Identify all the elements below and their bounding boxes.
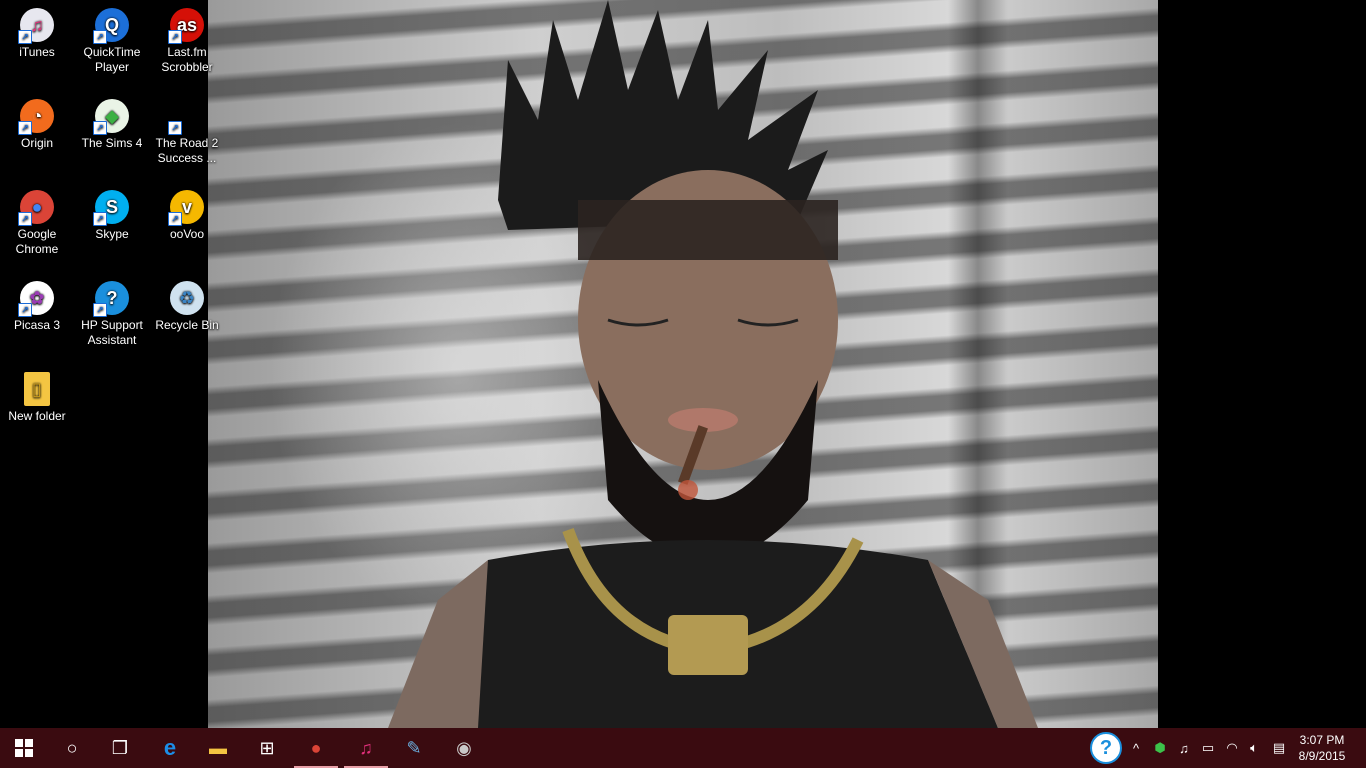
shortcut-arrow-icon: ↗: [93, 303, 107, 317]
desktop-icon-label: The Road 2 Success ...: [155, 136, 219, 165]
desktop-icon-sims4[interactable]: ◆ ↗ The Sims 4: [75, 91, 149, 151]
taskbar-store-button[interactable]: ⊞: [243, 728, 291, 768]
taskbar: ○ ❐ e ▬ ⊞ ● ♫ ✎ ◉ ? ^ ⬢ ♫ ▭ ◠ 🔈︎ ▤ 3:07 PM 8/9/2015: [0, 728, 1366, 768]
shortcut-arrow-icon: ↗: [168, 121, 182, 135]
shortcut-arrow-icon: ↗: [93, 30, 107, 44]
shortcut-icon: ↗: [168, 99, 204, 135]
cortana-circle-icon: ○: [66, 737, 78, 758]
quicktime-icon: Q ↗: [93, 8, 129, 44]
desktop-icon-label: QuickTime Player: [83, 45, 141, 74]
taskbar-edge-button[interactable]: e: [146, 728, 194, 768]
file-explorer-icon: ▬: [209, 737, 227, 758]
desktop-wallpaper: [208, 0, 1158, 728]
battery-icon[interactable]: ▭: [1198, 728, 1218, 768]
desktop-icon-recyclebin[interactable]: ♻ Recycle Bin: [150, 273, 224, 333]
desktop-icon-origin[interactable]: ◔ ↗ Origin: [0, 91, 74, 151]
itunes-glyph: ♫: [1179, 740, 1189, 756]
desktop-icon-label: Google Chrome: [15, 227, 59, 256]
lastfm-icon: as ↗: [168, 8, 204, 44]
desktop-icon-label: Origin: [20, 136, 53, 150]
shortcut-arrow-icon: ↗: [18, 30, 32, 44]
shield-glyph: ⬢: [1154, 740, 1166, 755]
chrome-icon: ●: [310, 737, 322, 758]
folder-icon: ▯: [24, 372, 50, 406]
desktop-icon-skype[interactable]: S ↗ Skype: [75, 182, 149, 242]
itunes-icon: ♫ ↗: [18, 8, 54, 44]
help-icon: ? ↗: [93, 281, 129, 317]
desktop-icon-newfolder[interactable]: ▯ New folder: [0, 364, 74, 424]
desktop-icon-label: The Sims 4: [81, 136, 143, 150]
origin-icon: ◔ ↗: [18, 99, 54, 135]
notepad-icon: ✎: [406, 737, 422, 758]
taskbar-notepad-button[interactable]: ✎: [390, 728, 438, 768]
desktop-icon-lastfm[interactable]: as ↗ Last.fm Scrobbler: [150, 0, 224, 75]
desktop-icon-road2success[interactable]: ↗ The Road 2 Success ...: [150, 91, 224, 166]
desktop-icon-label: Recycle Bin: [155, 318, 219, 332]
windows-logo-icon: [15, 739, 33, 757]
clock-time: 3:07 PM: [1299, 733, 1345, 747]
notifications-glyph: ▤: [1272, 740, 1286, 755]
recycle-bin-icon: ♻: [170, 281, 204, 315]
taskbar-taskview-button[interactable]: ❐: [96, 728, 144, 768]
desktop-icon-label: Skype: [95, 227, 129, 241]
picasa-icon: ✿ ↗: [18, 281, 54, 317]
shield-icon[interactable]: ⬢: [1150, 728, 1170, 768]
taskbar-clock[interactable]: 3:07 PM 8/9/2015: [1292, 732, 1352, 764]
desktop-icon-oovoo[interactable]: v ↗ ooVoo: [150, 182, 224, 242]
help-tray-icon[interactable]: ?: [1090, 728, 1122, 768]
desktop-icon-label: Last.fm Scrobbler: [161, 45, 213, 74]
shortcut-arrow-icon: ↗: [18, 212, 32, 226]
shortcut-arrow-icon: ↗: [93, 212, 107, 226]
shortcut-arrow-icon: ↗: [18, 121, 32, 135]
action-center-icon[interactable]: ▤: [1268, 728, 1290, 768]
desktop-icon-label: New folder: [8, 409, 66, 423]
chevron-up-icon[interactable]: ^: [1126, 728, 1146, 768]
desktop-icon-label: iTunes: [19, 45, 55, 59]
desktop-icon-hpsupport[interactable]: ? ↗ HP Support Assistant: [75, 273, 149, 348]
shortcut-arrow-icon: ↗: [18, 303, 32, 317]
shortcut-arrow-icon: ↗: [168, 212, 182, 226]
wifi-icon[interactable]: ◠: [1222, 728, 1242, 768]
wifi-glyph: ◠: [1226, 740, 1238, 755]
taskbar-chrome-button[interactable]: ●: [292, 728, 340, 768]
volume-glyph: 🔈︎: [1250, 740, 1258, 755]
shortcut-arrow-icon: ↗: [168, 30, 182, 44]
taskbar-explorer-button[interactable]: ▬: [194, 728, 242, 768]
clock-date: 8/9/2015: [1298, 749, 1346, 763]
desktop-icon-quicktime[interactable]: Q ↗ QuickTime Player: [75, 0, 149, 75]
itunes-icon: ♫: [359, 737, 373, 758]
shortcut-arrow-icon: ↗: [93, 121, 107, 135]
desktop-icon-label: HP Support Assistant: [81, 318, 143, 347]
help-circle-glyph: ?: [1090, 732, 1122, 764]
desktop-icon-picasa[interactable]: ✿ ↗ Picasa 3: [0, 273, 74, 333]
taskbar-camera-button[interactable]: ◉: [440, 728, 488, 768]
task-view-icon: ❐: [111, 737, 129, 758]
desktop-icon-chrome[interactable]: ● ↗ Google Chrome: [0, 182, 74, 257]
windows-start-icon[interactable]: [0, 728, 48, 768]
skype-icon: S ↗: [93, 190, 129, 226]
desktop-icon-itunes[interactable]: ♫ ↗ iTunes: [0, 0, 74, 60]
chevron-glyph: ^: [1132, 740, 1140, 756]
camera-icon: ◉: [456, 737, 472, 758]
volume-icon[interactable]: 🔈︎: [1244, 728, 1264, 768]
chrome-icon: ● ↗: [18, 190, 54, 226]
desktop-icon-label: Picasa 3: [13, 318, 61, 332]
oovoo-icon: v ↗: [168, 190, 204, 226]
store-icon: ⊞: [259, 737, 275, 758]
battery-glyph: ▭: [1201, 740, 1215, 755]
desktop-icon-label: ooVoo: [169, 227, 205, 241]
taskbar-search-button[interactable]: ○: [48, 728, 96, 768]
sims-plumbob-icon: ◆ ↗: [93, 99, 129, 135]
taskbar-itunes-button[interactable]: ♫: [342, 728, 390, 768]
edge-icon: e: [163, 735, 177, 760]
itunes-tray-icon[interactable]: ♫: [1174, 728, 1194, 768]
wallpaper-figure: [388, 0, 1038, 728]
